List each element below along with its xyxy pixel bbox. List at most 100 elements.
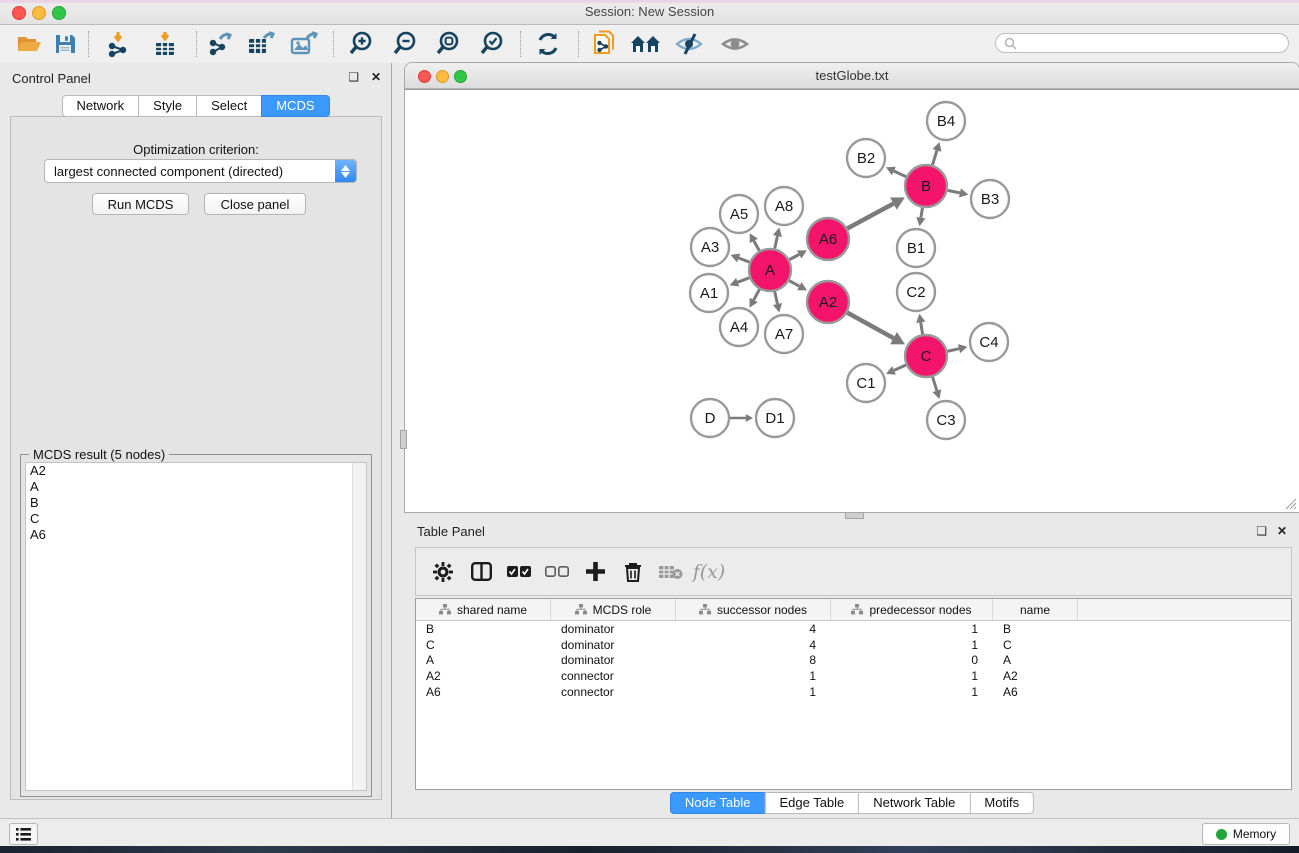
- graph-edge[interactable]: [754, 289, 760, 300]
- table-cell[interactable]: connector: [551, 669, 676, 683]
- graph-edge[interactable]: [948, 190, 960, 193]
- graph-edge[interactable]: [775, 291, 778, 304]
- splitter-handle[interactable]: [400, 430, 407, 449]
- graph-edge[interactable]: [738, 278, 750, 282]
- export-network-icon[interactable]: [202, 30, 236, 58]
- table-cell[interactable]: connector: [551, 685, 676, 699]
- table-cell[interactable]: 1: [831, 669, 993, 683]
- delete-table-icon[interactable]: [652, 564, 690, 580]
- create-column-icon[interactable]: [576, 562, 614, 581]
- graph-edge[interactable]: [921, 208, 923, 218]
- zoom-in-icon[interactable]: [344, 30, 378, 58]
- table-cell[interactable]: B: [993, 622, 1078, 636]
- show-columns-icon[interactable]: [462, 562, 500, 581]
- control-panel-float-icon[interactable]: ❑: [348, 70, 359, 84]
- mcds-result-item[interactable]: B: [26, 495, 366, 511]
- table-row[interactable]: A6connector11A6: [416, 684, 1291, 700]
- graph-edge[interactable]: [932, 150, 937, 165]
- function-builder-icon[interactable]: f(x): [690, 561, 728, 583]
- column-header-name[interactable]: name: [993, 599, 1078, 620]
- table-panel-close-icon[interactable]: ✕: [1277, 524, 1287, 538]
- table-cell[interactable]: A6: [416, 685, 551, 699]
- resize-grip-icon[interactable]: [1284, 497, 1297, 510]
- run-mcds-button[interactable]: Run MCDS: [92, 193, 189, 215]
- table-panel-float-icon[interactable]: ❑: [1256, 524, 1267, 538]
- column-header-successor-nodes[interactable]: successor nodes: [676, 599, 831, 620]
- network-graph[interactable]: AA1A3A4A5A7A8A6A2BB1B2B3B4CC1C2C3C4DD1: [405, 90, 1297, 512]
- table-cell[interactable]: 1: [676, 669, 831, 683]
- optimization-criterion-select[interactable]: largest connected component (directed): [44, 159, 357, 183]
- table-cell[interactable]: dominator: [551, 638, 676, 652]
- first-neighbors-icon[interactable]: [629, 30, 663, 58]
- graph-edge[interactable]: [754, 241, 759, 251]
- clone-network-icon[interactable]: [588, 30, 622, 58]
- export-image-icon[interactable]: [287, 30, 321, 58]
- table-cell[interactable]: A: [993, 653, 1078, 667]
- open-file-icon[interactable]: [12, 30, 46, 58]
- column-header-predecessor-nodes[interactable]: predecessor nodes: [831, 599, 993, 620]
- deselect-all-columns-icon[interactable]: [538, 565, 576, 578]
- network-canvas[interactable]: AA1A3A4A5A7A8A6A2BB1B2B3B4CC1C2C3C4DD1: [405, 89, 1299, 512]
- table-cell[interactable]: A6: [993, 685, 1078, 699]
- zoom-fit-icon[interactable]: [431, 30, 465, 58]
- mcds-result-item[interactable]: A: [26, 479, 366, 495]
- tab-network-table[interactable]: Network Table: [858, 792, 969, 814]
- table-cell[interactable]: dominator: [551, 653, 676, 667]
- table-row[interactable]: Cdominator41C: [416, 637, 1291, 653]
- export-table-icon[interactable]: [244, 30, 278, 58]
- column-header-mcds-role[interactable]: MCDS role: [551, 599, 676, 620]
- scrollbar-track[interactable]: [352, 463, 366, 790]
- table-cell[interactable]: 1: [831, 685, 993, 699]
- graph-edge[interactable]: [921, 322, 923, 334]
- table-cell[interactable]: 8: [676, 653, 831, 667]
- tab-node-table[interactable]: Node Table: [670, 792, 765, 814]
- graph-edge[interactable]: [933, 377, 937, 391]
- table-cell[interactable]: 0: [831, 653, 993, 667]
- table-cell[interactable]: 4: [676, 622, 831, 636]
- table-row[interactable]: Adominator80A: [416, 653, 1291, 669]
- hide-selected-icon[interactable]: [672, 30, 706, 58]
- table-cell[interactable]: C: [416, 638, 551, 652]
- mcds-result-item[interactable]: C: [26, 511, 366, 527]
- mcds-result-item[interactable]: A2: [26, 463, 366, 479]
- table-settings-gear-icon[interactable]: [424, 562, 462, 582]
- zoom-selected-icon[interactable]: [475, 30, 509, 58]
- tab-network[interactable]: Network: [61, 95, 138, 117]
- graph-edge[interactable]: [894, 365, 906, 370]
- graph-edge[interactable]: [894, 171, 906, 177]
- graph-edge[interactable]: [789, 254, 799, 259]
- save-icon[interactable]: [48, 30, 82, 58]
- table-cell[interactable]: A: [416, 653, 551, 667]
- table-cell[interactable]: A2: [416, 669, 551, 683]
- network-window-titlebar[interactable]: testGlobe.txt: [405, 63, 1299, 89]
- tab-edge-table[interactable]: Edge Table: [764, 792, 858, 814]
- select-all-columns-icon[interactable]: [500, 565, 538, 578]
- graph-edge[interactable]: [847, 204, 893, 229]
- search-input[interactable]: [995, 33, 1289, 53]
- graph-edge[interactable]: [847, 313, 893, 339]
- delete-column-icon[interactable]: [614, 562, 652, 582]
- graph-edge[interactable]: [739, 258, 750, 262]
- table-cell[interactable]: 1: [831, 622, 993, 636]
- tab-style[interactable]: Style: [138, 95, 196, 117]
- graph-edge[interactable]: [947, 349, 959, 352]
- table-cell[interactable]: 1: [676, 685, 831, 699]
- graph-edge[interactable]: [775, 236, 778, 249]
- table-cell[interactable]: A2: [993, 669, 1078, 683]
- task-history-button[interactable]: [9, 823, 38, 845]
- table-cell[interactable]: C: [993, 638, 1078, 652]
- table-row[interactable]: A2connector11A2: [416, 668, 1291, 684]
- table-cell[interactable]: B: [416, 622, 551, 636]
- splitter-handle[interactable]: [845, 512, 864, 519]
- mcds-result-list[interactable]: A2ABCA6: [25, 462, 367, 791]
- control-panel-close-icon[interactable]: ✕: [371, 70, 381, 84]
- table-row[interactable]: Bdominator41B: [416, 621, 1291, 637]
- import-network-icon[interactable]: [102, 30, 136, 58]
- table-cell[interactable]: 4: [676, 638, 831, 652]
- graph-edge[interactable]: [789, 281, 799, 287]
- tab-select[interactable]: Select: [196, 95, 261, 117]
- tab-motifs[interactable]: Motifs: [969, 792, 1034, 814]
- tab-mcds[interactable]: MCDS: [261, 95, 329, 117]
- column-header-shared-name[interactable]: shared name: [416, 599, 551, 620]
- table-cell[interactable]: dominator: [551, 622, 676, 636]
